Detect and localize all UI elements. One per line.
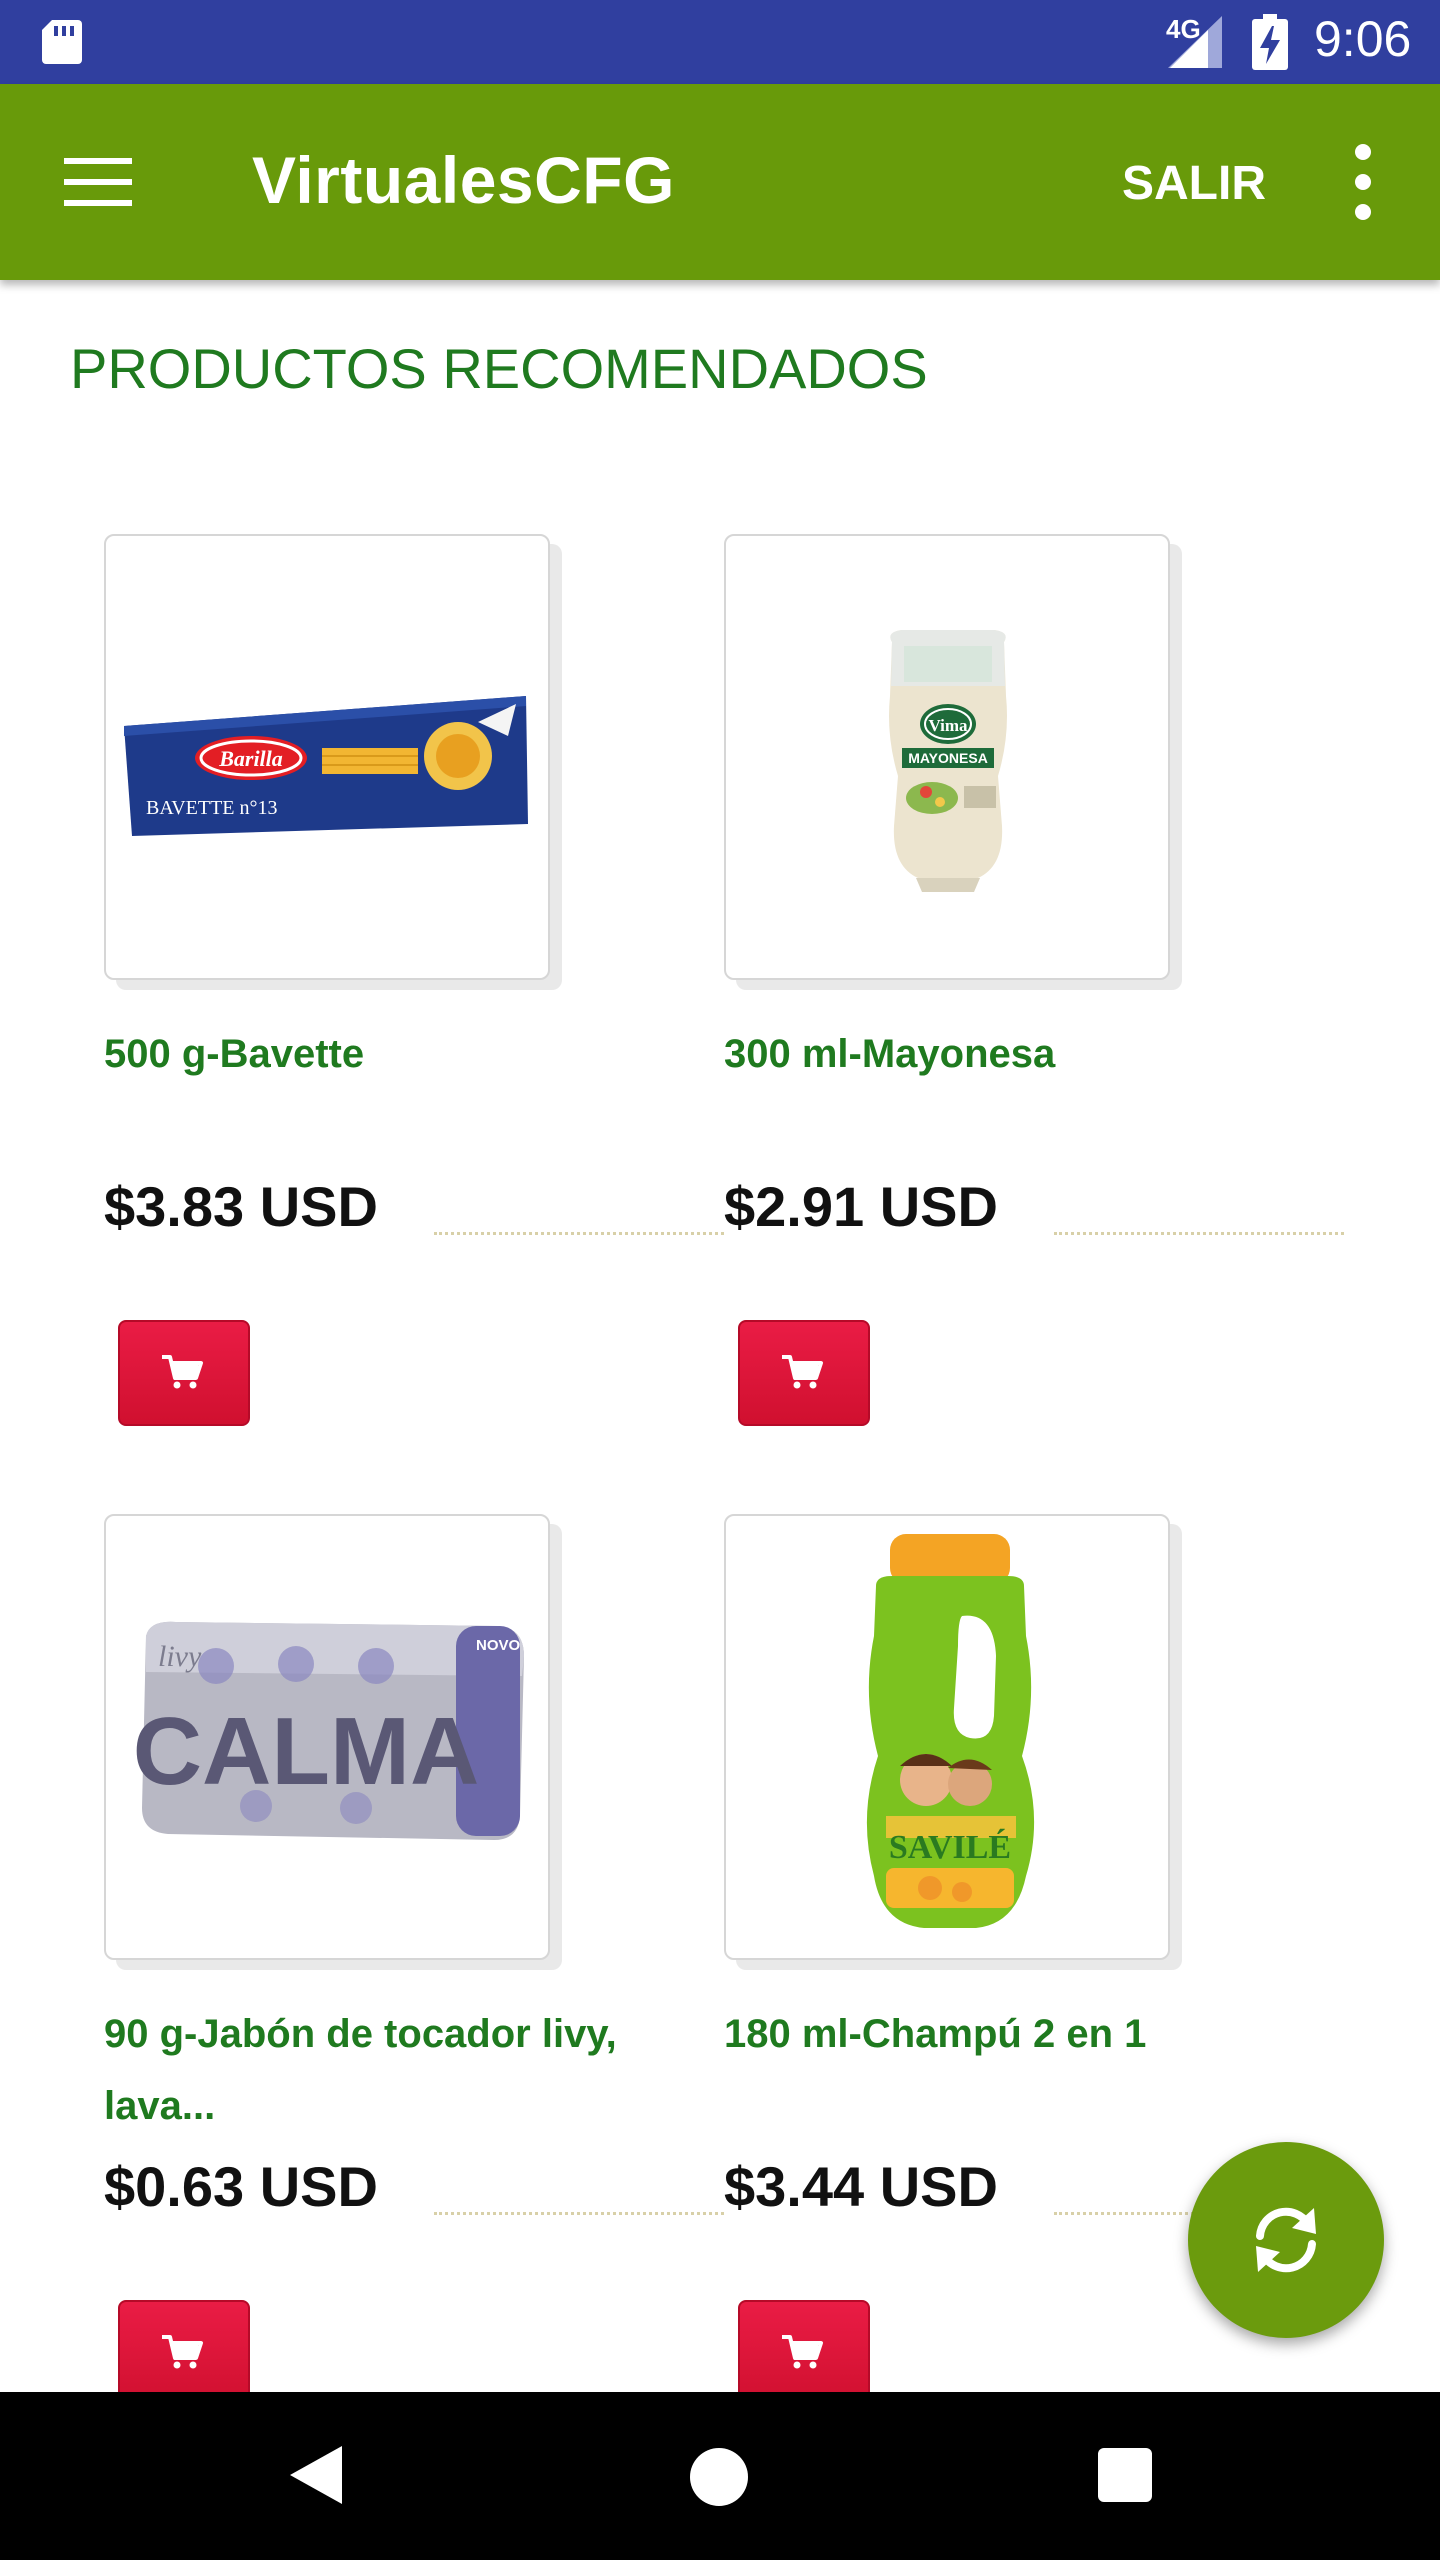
- soap-bar-icon: livy CALMA NOVO: [133, 1621, 524, 1840]
- section-title: PRODUCTOS RECOMENDADOS: [70, 337, 928, 400]
- mayo-label-text: MAYONESA: [908, 750, 988, 766]
- back-icon[interactable]: [288, 2444, 344, 2506]
- refresh-icon: [1256, 2207, 1316, 2273]
- product-image[interactable]: livy CALMA NOVO: [104, 1514, 562, 1970]
- product-price: $0.63 USD: [104, 2155, 378, 2218]
- battery-charging-icon: [1252, 14, 1288, 70]
- navigation-bar: [0, 2392, 1440, 2560]
- dotted-leader: [434, 1232, 724, 1235]
- add-to-cart-button[interactable]: [118, 2300, 250, 2406]
- product-image[interactable]: Vima MAYONESA: [724, 534, 1182, 990]
- dotted-leader: [434, 2212, 724, 2215]
- product-price: $3.44 USD: [724, 2155, 998, 2218]
- shopping-cart-icon: [162, 2335, 203, 2369]
- refresh-button[interactable]: [1188, 2142, 1384, 2338]
- add-to-cart-button[interactable]: [738, 1320, 870, 1426]
- add-to-cart-button[interactable]: [118, 1320, 250, 1426]
- soap-badge-text: NOVO: [476, 1637, 521, 1654]
- product-name[interactable]: 500 g-Bavette: [104, 1018, 704, 1090]
- shopping-cart-icon: [162, 1355, 203, 1389]
- signal-icon: [1168, 16, 1222, 68]
- pasta-box-icon: Barilla BAVETTE n°13: [124, 696, 528, 836]
- product-image[interactable]: SAVILÉ: [724, 1514, 1182, 1970]
- soap-label-text: CALMA: [133, 1698, 480, 1805]
- hamburger-menu-icon[interactable]: [64, 156, 132, 208]
- price-row: $0.63 USD: [104, 2154, 724, 2234]
- product-name[interactable]: 90 g-Jabón de tocador livy, lava...: [104, 1998, 704, 2142]
- app-title: VirtualesCFG: [252, 143, 675, 217]
- dotted-leader: [1054, 1232, 1344, 1235]
- shopping-cart-icon: [782, 1355, 823, 1389]
- more-options-icon[interactable]: [1346, 142, 1380, 222]
- app-bar: VirtualesCFG SALIR: [0, 84, 1440, 280]
- sd-card-icon: [42, 20, 82, 64]
- product-price: $2.91 USD: [724, 1175, 998, 1238]
- pasta-brand-text: Barilla: [218, 746, 283, 771]
- logout-button[interactable]: SALIR: [1122, 156, 1266, 211]
- price-row: $3.83 USD: [104, 1174, 724, 1254]
- shampoo-brand-text: SAVILÉ: [889, 1829, 1011, 1866]
- product-price: $3.83 USD: [104, 1175, 378, 1238]
- home-icon[interactable]: [690, 2448, 748, 2506]
- product-name[interactable]: 300 ml-Mayonesa: [724, 1018, 1324, 1090]
- product-image[interactable]: Barilla BAVETTE n°13: [104, 534, 562, 990]
- pasta-label-text: BAVETTE n°13: [146, 797, 278, 819]
- add-to-cart-button[interactable]: [738, 2300, 870, 2406]
- soap-brand-text: livy: [158, 1640, 202, 1673]
- recent-apps-icon[interactable]: [1098, 2448, 1152, 2502]
- price-row: $2.91 USD: [724, 1174, 1344, 1254]
- product-name[interactable]: 180 ml-Champú 2 en 1: [724, 1998, 1324, 2070]
- clock: 9:06: [1314, 11, 1412, 67]
- mayonnaise-bottle-icon: Vima MAYONESA: [889, 630, 1007, 892]
- status-bar: 4G 9:06: [0, 0, 1440, 84]
- mayo-brand-text: Vima: [928, 716, 968, 735]
- shampoo-bottle-icon: SAVILÉ: [866, 1534, 1035, 1928]
- shopping-cart-icon: [782, 2335, 823, 2369]
